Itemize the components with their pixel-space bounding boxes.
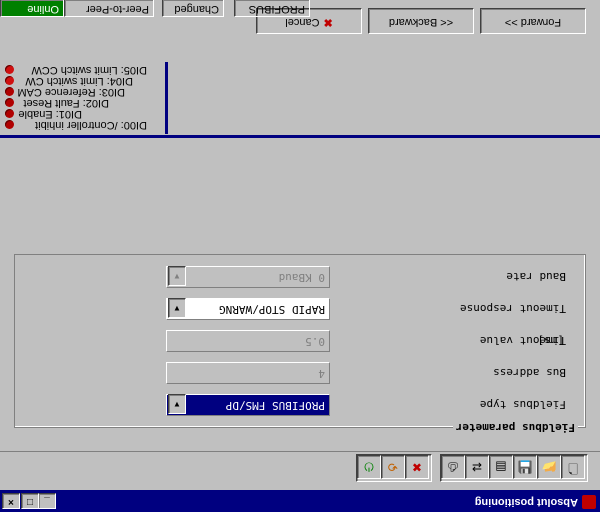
cancel-label: Cancel (285, 16, 320, 28)
open-folder-icon[interactable]: 📂 (537, 455, 561, 479)
di00-label: DI00: /Controller inhibit (35, 119, 147, 131)
print-icon[interactable]: ▤ (489, 455, 513, 479)
toolbar: 🗋 📂 💾 ▤ ⇄ ⎙ ✖ ⟲ ⏻ (0, 451, 600, 490)
timeout-value-field[interactable]: 0.5 (166, 330, 330, 352)
di01-label: DI01: Enable (18, 108, 82, 120)
led-di03-icon (5, 87, 14, 96)
led-di00-icon (5, 120, 14, 129)
screen: Absolut positioning _ □ × 🗋 📂 💾 ▤ ⇄ ⎙ ✖ … (0, 0, 600, 512)
baud-rate-select[interactable]: 0 KBaud ▼ (166, 266, 330, 288)
di05-label: DI05: Limit switch CCW (31, 64, 147, 76)
on-icon[interactable]: ⏻ (357, 455, 381, 479)
chevron-down-icon[interactable]: ▼ (168, 394, 186, 414)
forward-button[interactable]: Forward >> (480, 8, 586, 34)
timeout-unit: [ms] (537, 334, 565, 347)
fieldbus-rows: Fieldbus type PROFIBUS FMS/DP ▼ Bus addr… (16, 256, 586, 428)
di03-label: DI03: Reference CAM (17, 86, 125, 98)
control-toolbar-group: ✖ ⟲ ⏻ (356, 454, 432, 482)
status-online: Online (0, 0, 64, 17)
tab-profibus[interactable]: PROFIBUS FM (234, 0, 310, 17)
led-di05-icon (5, 65, 14, 74)
maximize-button[interactable]: □ (21, 493, 39, 509)
timeout-value-value: 0.5 (305, 335, 325, 348)
file-toolbar-group: 🗋 📂 💾 ▤ ⇄ ⎙ (440, 454, 588, 482)
tab-changed[interactable]: Changed (162, 0, 224, 17)
bus-address-value: 4 (318, 367, 325, 380)
chevron-down-icon[interactable]: ▼ (168, 298, 186, 318)
fieldbus-type-label: Fieldbus type (479, 398, 566, 411)
timeout-response-value: RAPID STOP/WARNG (219, 303, 325, 316)
cancel-x-icon: ✖ (323, 16, 333, 28)
led-di02-icon (5, 98, 14, 107)
title-bar: Absolut positioning _ □ × (0, 490, 600, 512)
new-document-icon[interactable]: 🗋 (561, 455, 585, 479)
di04-label: DI04: Limit switch CW (25, 75, 133, 87)
fieldbus-type-select[interactable]: PROFIBUS FMS/DP ▼ (166, 394, 330, 416)
save-disk-icon[interactable]: 💾 (513, 455, 537, 479)
printer-icon[interactable]: ⎙ (441, 455, 465, 479)
tab-peer-to-peer[interactable]: Peer-to-Peer (64, 0, 154, 17)
transfer-icon[interactable]: ⇄ (465, 455, 489, 479)
bus-address-label: Bus address (493, 366, 566, 379)
reset-icon[interactable]: ⟲ (381, 455, 405, 479)
bus-address-field[interactable]: 4 (166, 362, 330, 384)
fieldbus-type-value: PROFIBUS FMS/DP (225, 399, 325, 412)
backward-button[interactable]: << Backward (368, 8, 474, 34)
divider (0, 135, 600, 138)
minimize-button[interactable]: _ (38, 493, 56, 509)
timeout-response-select[interactable]: RAPID STOP/WARNG ▼ (166, 298, 330, 320)
timeout-response-label: Timeout response (460, 302, 566, 315)
chevron-down-icon[interactable]: ▼ (168, 266, 186, 286)
close-button[interactable]: × (2, 493, 20, 509)
stop-icon[interactable]: ✖ (405, 455, 429, 479)
baud-rate-label: Baud rate (506, 270, 566, 283)
di02-label: DI02: Fault Reset (23, 97, 109, 109)
app-icon (582, 495, 596, 509)
led-di01-icon (5, 109, 14, 118)
led-di04-icon (5, 76, 14, 85)
digital-inputs-panel: DI00: /Controller inhibit DI01: Enable D… (0, 62, 168, 134)
window-title: Absolut positioning (474, 496, 578, 508)
baud-rate-value: 0 KBaud (278, 271, 325, 284)
